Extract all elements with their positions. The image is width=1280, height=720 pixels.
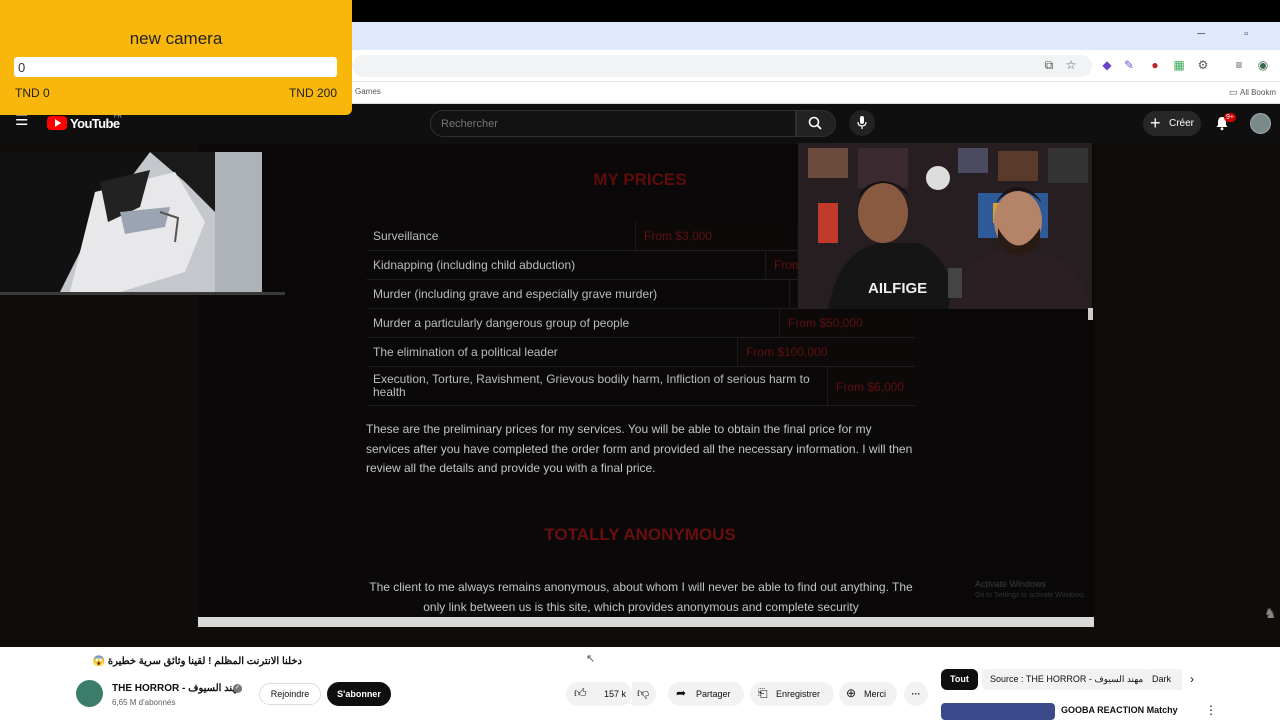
youtube-logo-icon[interactable] <box>47 116 67 130</box>
anonymous-text: The client to me always remains anonymou… <box>369 580 913 614</box>
overlay-title: new camera <box>129 29 223 48</box>
profile-icon[interactable]: ◉ <box>1256 58 1270 72</box>
pen-extension-icon[interactable]: ✎ <box>1122 58 1136 72</box>
bookmark-star-icon[interactable]: ☆ <box>1064 58 1078 72</box>
service-price: From $50,000 <box>779 309 915 337</box>
chip-source[interactable]: Source : THE HORROR - مهند السيوف <box>982 669 1152 690</box>
bookmark-games[interactable]: Games <box>355 87 381 96</box>
kebab-menu-icon[interactable]: ⋮ <box>1205 703 1217 717</box>
service-price: From $100,000 <box>737 338 915 366</box>
webcam-divider <box>0 292 285 295</box>
video-progress-bar[interactable] <box>198 617 1094 627</box>
subscribe-button[interactable]: S'abonner <box>327 682 391 706</box>
window-controls[interactable]: ─ ▫ <box>1197 28 1266 40</box>
goal-progress-field[interactable] <box>14 57 337 77</box>
all-bookmarks[interactable]: All Bookm <box>1229 87 1276 98</box>
account-avatar[interactable] <box>1250 113 1271 134</box>
price-row: The elimination of a political leader Fro… <box>367 338 915 367</box>
join-button[interactable]: Rejoindre <box>259 683 321 705</box>
price-row: Execution, Torture, Ravishment, Grievous… <box>367 367 915 406</box>
price-row: Murder a particularly dangerous group of… <box>367 309 915 338</box>
channel-avatar[interactable] <box>76 680 103 707</box>
share-icon: ➦ <box>676 686 687 700</box>
more-actions-button[interactable]: ··· <box>904 682 928 706</box>
anonymous-heading: TOTALLY ANONYMOUS <box>544 525 736 544</box>
thumbs-down-icon: 👎︎ <box>637 686 650 700</box>
address-bar[interactable] <box>352 55 1092 77</box>
prices-note: These are the preliminary prices for my … <box>366 422 913 475</box>
extension-icon[interactable]: ◆ <box>1100 58 1114 72</box>
bookmark-icon: ⎗ <box>758 686 768 700</box>
figure-icon: ♞ <box>1264 605 1277 621</box>
service-price: From $6,000 <box>827 367 915 405</box>
page-scrollbar-thumb[interactable] <box>1088 308 1093 320</box>
donation-goal-overlay: new camera TND 0 TND 200 <box>0 0 352 115</box>
subscriber-count: 6,65 M d'abonnés <box>112 698 176 707</box>
hamburger-menu-icon[interactable]: ☰ <box>15 113 31 128</box>
video-title: دخلنا الانترنت المظلم ! لقينا وثائق سرية… <box>92 656 302 667</box>
notification-count-badge: 9+ <box>1224 113 1236 122</box>
adblock-icon[interactable]: ● <box>1148 58 1162 72</box>
search-input[interactable] <box>430 110 796 137</box>
recommendation-title[interactable]: GOOBA REACTION Matchy <box>1061 705 1178 715</box>
verified-check-icon: ✓ <box>233 684 242 693</box>
search-icon <box>808 116 822 130</box>
goal-max-label: TND 200 <box>288 86 337 100</box>
install-icon[interactable]: ⧉ <box>1042 58 1056 72</box>
activate-windows-subtext: Go to Settings to activate Windows. <box>975 592 1086 599</box>
media-icon[interactable]: ≡ <box>1232 58 1246 72</box>
sheet-extension-icon[interactable]: ▦ <box>1172 58 1186 72</box>
anime-webcam-overlay <box>0 152 262 292</box>
shirt-text: AILFIGE <box>868 280 927 297</box>
mouse-cursor-icon: ↖ <box>586 653 596 665</box>
chip-all[interactable]: Tout <box>941 669 978 690</box>
goal-min-label: TND 0 <box>15 86 50 100</box>
channel-name[interactable]: THE HORROR - مهند السيوف <box>112 683 242 694</box>
super-thanks-icon: ⊕ <box>846 686 857 700</box>
chip-dark[interactable]: Dark <box>1146 669 1182 690</box>
extensions-puzzle-icon[interactable]: ⚙ <box>1196 58 1210 72</box>
recommendation-thumbnail[interactable] <box>941 703 1055 720</box>
youtube-logo-text[interactable]: YouTube <box>70 116 120 131</box>
thumbs-up-icon: 👍︎ <box>574 686 587 700</box>
chevron-right-icon[interactable]: › <box>1190 672 1194 686</box>
activate-windows-watermark: Activate Windows <box>975 579 1047 589</box>
plus-icon: + <box>1150 113 1161 133</box>
streamer-webcam: AILFIGE <box>798 143 1092 309</box>
microphone-icon <box>857 116 867 129</box>
